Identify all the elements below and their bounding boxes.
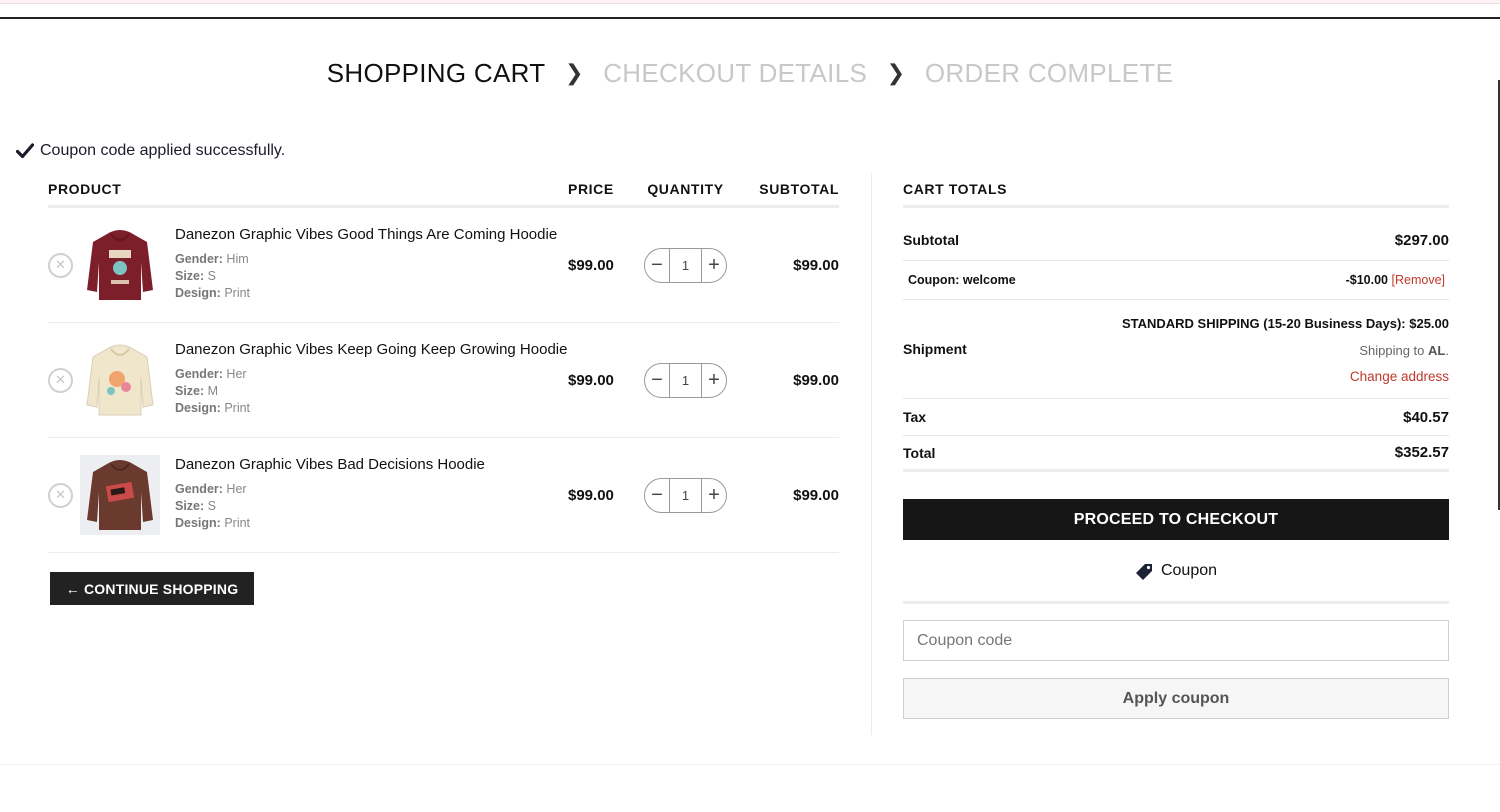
apply-coupon-button[interactable]: Apply coupon	[903, 678, 1449, 719]
quantity-decrease-button[interactable]: −	[645, 479, 669, 512]
shipping-method[interactable]: STANDARD SHIPPING (15-20 Business Days):…	[1122, 316, 1449, 331]
product-info: Danezon Graphic Vibes Bad Decisions Hood…	[175, 438, 568, 532]
top-strip	[0, 0, 1500, 4]
product-info: Danezon Graphic Vibes Keep Going Keep Gr…	[175, 323, 568, 417]
cart-item-row: ✕ Danezon Graphic Vibes Good Things Are …	[48, 208, 839, 323]
product-design: Design: Print	[175, 401, 251, 415]
change-address-link[interactable]: Change address	[1122, 369, 1449, 384]
product-gender: Gender: Her	[175, 367, 247, 381]
product-info: Danezon Graphic Vibes Good Things Are Co…	[175, 208, 568, 302]
product-gender: Gender: Her	[175, 482, 247, 496]
product-name-link[interactable]: Danezon Graphic Vibes Good Things Are Co…	[175, 226, 568, 243]
quantity-stepper: − 1 +	[644, 477, 727, 513]
product-gender: Gender: Him	[175, 252, 249, 266]
coupon-value: -$10.00 [Remove]	[1346, 273, 1445, 287]
shipment-label: Shipment	[903, 341, 967, 357]
step-checkout-details[interactable]: CHECKOUT DETAILS	[603, 58, 867, 89]
total-label: Total	[903, 444, 936, 461]
product-name-link[interactable]: Danezon Graphic Vibes Bad Decisions Hood…	[175, 456, 568, 473]
header-product: PRODUCT	[48, 181, 122, 197]
item-subtotal: $99.00	[793, 256, 839, 274]
checkmark-icon	[16, 143, 34, 159]
hoodie-image	[87, 230, 153, 300]
shipping-cost: $25.00	[1409, 316, 1449, 331]
shipping-destination: Shipping to AL.	[1359, 343, 1449, 358]
checkout-steps: SHOPPING CART ❯ CHECKOUT DETAILS ❯ ORDER…	[0, 56, 1500, 89]
product-design: Design: Print	[175, 286, 251, 300]
shipment-row: Shipment STANDARD SHIPPING (15-20 Busine…	[903, 300, 1449, 399]
success-notice: Coupon code applied successfully.	[16, 142, 285, 160]
product-design: Design: Print	[175, 516, 251, 530]
coupon-title: Coupon	[1160, 562, 1218, 579]
tax-label: Tax	[903, 409, 927, 425]
step-shopping-cart[interactable]: SHOPPING CART	[327, 58, 546, 89]
shipment-details: STANDARD SHIPPING (15-20 Business Days):…	[1122, 314, 1449, 384]
subtotal-value: $297.00	[1394, 231, 1449, 249]
cart-item-row: ✕ Danezon Graphic Vibes Keep Going Keep …	[48, 323, 839, 438]
coupon-discount: -$10.00	[1345, 273, 1389, 287]
quantity-input[interactable]: 1	[669, 363, 702, 397]
tax-value: $40.57	[1403, 408, 1449, 426]
quantity-decrease-button[interactable]: −	[645, 249, 669, 282]
total-value: $352.57	[1394, 444, 1449, 461]
remove-coupon-link[interactable]: [Remove]	[1392, 273, 1446, 287]
step-order-complete: ORDER COMPLETE	[924, 57, 1174, 88]
continue-shopping-button[interactable]: ← CONTINUE SHOPPING	[50, 572, 254, 605]
quantity-increase-button[interactable]: +	[702, 249, 726, 282]
product-thumbnail[interactable]	[80, 225, 160, 305]
chevron-right-icon: ❯	[886, 60, 906, 86]
quantity-increase-button[interactable]: +	[702, 364, 726, 397]
quantity-stepper: − 1 +	[644, 247, 727, 283]
header-divider	[0, 17, 1500, 19]
cart-item-row: ✕ Danezon Graphic Vibes Bad Decisions Ho…	[48, 438, 839, 553]
coupon-label: Coupon: welcome	[908, 273, 1016, 287]
header-quantity: QUANTITY	[647, 181, 724, 197]
cart-table-header: PRODUCT PRICE QUANTITY SUBTOTAL	[48, 173, 839, 208]
cart-table: PRODUCT PRICE QUANTITY SUBTOTAL ✕ Danezo…	[48, 173, 839, 553]
hoodie-image	[86, 344, 154, 416]
product-size: Size: S	[175, 269, 217, 283]
item-price: $99.00	[568, 486, 614, 504]
quantity-decrease-button[interactable]: −	[645, 364, 669, 397]
subtotal-label: Subtotal	[903, 232, 959, 248]
item-subtotal: $99.00	[793, 371, 839, 389]
coupon-code-input[interactable]	[903, 620, 1449, 661]
cart-totals: CART TOTALS Subtotal $297.00 Coupon: wel…	[903, 173, 1449, 472]
remove-item-button[interactable]: ✕	[48, 252, 73, 278]
product-size: Size: S	[175, 499, 217, 513]
header-subtotal: SUBTOTAL	[759, 181, 839, 197]
quantity-input[interactable]: 1	[669, 478, 702, 512]
subtotal-row: Subtotal $297.00	[903, 208, 1449, 261]
quantity-increase-button[interactable]: +	[702, 479, 726, 512]
notice-text: Coupon code applied successfully.	[40, 142, 286, 159]
chevron-right-icon: ❯	[564, 60, 584, 86]
remove-item-button[interactable]: ✕	[48, 482, 73, 508]
product-size: Size: M	[175, 384, 219, 398]
tax-row: Tax $40.57	[903, 399, 1449, 436]
tag-icon	[1135, 564, 1152, 580]
coupon-row: Coupon: welcome -$10.00 [Remove]	[903, 261, 1449, 300]
quantity-input[interactable]: 1	[669, 248, 702, 282]
total-row: Total $352.57	[903, 436, 1449, 472]
item-subtotal: $99.00	[793, 486, 839, 504]
product-thumbnail[interactable]	[80, 455, 160, 535]
footer-divider	[0, 764, 1500, 765]
remove-item-button[interactable]: ✕	[48, 367, 73, 393]
column-divider	[871, 173, 872, 735]
cart-totals-title: CART TOTALS	[903, 173, 1449, 208]
coupon-section-title: Coupon	[903, 562, 1449, 604]
item-price: $99.00	[568, 371, 614, 389]
quantity-stepper: − 1 +	[644, 362, 727, 398]
product-name-link[interactable]: Danezon Graphic Vibes Keep Going Keep Gr…	[175, 341, 568, 358]
hoodie-image	[87, 460, 153, 530]
item-price: $99.00	[568, 256, 614, 274]
product-thumbnail[interactable]	[80, 340, 160, 420]
proceed-to-checkout-button[interactable]: PROCEED TO CHECKOUT	[903, 499, 1449, 540]
header-price: PRICE	[568, 181, 614, 197]
